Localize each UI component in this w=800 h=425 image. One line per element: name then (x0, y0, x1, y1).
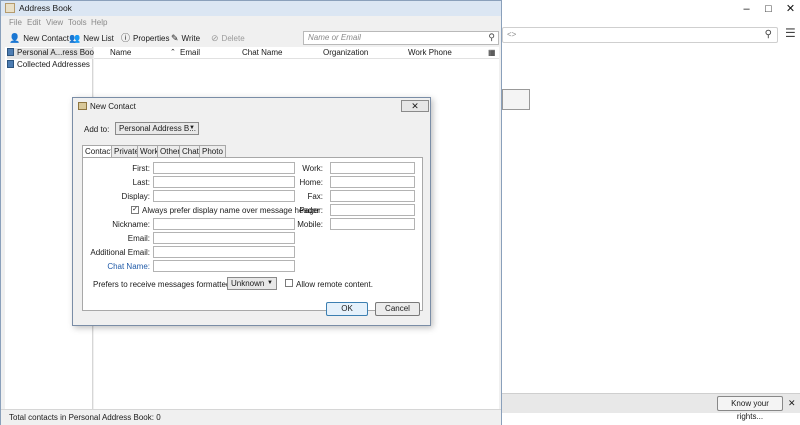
know-your-rights-button[interactable]: Know your rights... (717, 396, 783, 421)
new-list-icon: 👥 (69, 33, 81, 43)
display-name-field[interactable] (153, 190, 295, 202)
new-list-label: New List (83, 34, 114, 43)
email-field[interactable] (153, 232, 295, 244)
delete-label: Delete (221, 34, 245, 43)
title-bar: Address Book (1, 1, 501, 16)
address-book-icon (7, 48, 14, 56)
prefer-display-label: Always prefer display name over message … (142, 206, 320, 215)
allow-remote-label: Allow remote content. (296, 280, 373, 289)
background-element (502, 89, 530, 110)
search-input[interactable]: Name or Email ⚲ (303, 31, 499, 45)
allow-remote-checkbox[interactable] (285, 279, 293, 287)
menu-tools[interactable]: Tools (68, 18, 87, 27)
work-phone-field[interactable] (330, 162, 415, 174)
write-label: Write (181, 34, 201, 43)
search-icon[interactable]: ⚲ (765, 29, 772, 40)
delete-button[interactable]: ⊘ Delete (211, 32, 245, 45)
status-text: Total contacts in Personal Address Book:… (9, 413, 161, 422)
last-name-label: Last: (132, 178, 150, 187)
menu-bar: File Edit View Tools Help (1, 16, 501, 30)
contact-tab-panel: First: Last: Display: Nickname: Email: A… (82, 157, 423, 311)
additional-email-field[interactable] (153, 246, 295, 258)
mobile-field[interactable] (330, 218, 415, 230)
column-organization[interactable]: Organization (323, 48, 368, 57)
contact-card-icon (78, 102, 87, 110)
properties-label: Properties (133, 34, 170, 43)
nickname-label: Nickname: (112, 220, 150, 229)
fax-field[interactable] (330, 190, 415, 202)
sort-ascending-icon: ⌃ (170, 49, 176, 56)
new-contact-button[interactable]: 👤 New Contact (9, 32, 69, 45)
sidebar-item-label: Personal A...ress Book (17, 48, 98, 57)
close-window-button[interactable]: ✕ (778, 1, 800, 18)
ok-button[interactable]: OK (326, 302, 368, 316)
new-contact-label: New Contact (23, 34, 70, 43)
close-icon[interactable]: ✕ (788, 398, 796, 409)
search-placeholder: Name or Email (308, 33, 361, 42)
home-phone-field[interactable] (330, 176, 415, 188)
address-book-icon (7, 60, 14, 68)
column-header: Name ⌃ Email Chat Name Organization Work… (94, 47, 499, 59)
chevron-down-icon: ▼ (267, 280, 273, 286)
menu-help[interactable]: Help (91, 18, 107, 27)
column-name[interactable]: Name (110, 48, 131, 57)
email-label: Email: (127, 234, 150, 243)
properties-icon: ⓘ (121, 33, 131, 43)
new-contact-dialog: New Contact ✕ Add to: Personal Address B… (72, 97, 431, 326)
mobile-label: Mobile: (297, 220, 323, 229)
nickname-field[interactable] (153, 218, 295, 230)
sidebar-item-label: Collected Addresses (17, 60, 90, 69)
menu-view[interactable]: View (46, 18, 63, 27)
hamburger-menu-icon[interactable]: ☰ (785, 26, 796, 40)
menu-file[interactable]: File (9, 18, 22, 27)
display-name-label: Display: (121, 192, 150, 201)
pager-field[interactable] (330, 204, 415, 216)
column-picker-icon[interactable]: ▦ (488, 48, 496, 57)
write-button[interactable]: ✎ Write (171, 32, 200, 45)
chat-name-field[interactable] (153, 260, 295, 272)
dialog-body: Add to: Personal Address B... ▼ Contact … (79, 114, 426, 322)
first-name-field[interactable] (153, 162, 295, 174)
pencil-icon: ✎ (171, 33, 179, 43)
status-bar: Total contacts in Personal Address Book:… (1, 409, 501, 425)
cancel-button[interactable]: Cancel (375, 302, 420, 316)
column-work-phone[interactable]: Work Phone (408, 48, 452, 57)
last-name-field[interactable] (153, 176, 295, 188)
add-to-select[interactable]: Personal Address B... ▼ (115, 122, 199, 135)
delete-icon: ⊘ (211, 33, 219, 43)
prefer-display-checkbox[interactable]: ✓ (131, 206, 139, 214)
chevron-down-icon: ▼ (189, 125, 195, 131)
search-icon[interactable]: ⚲ (488, 32, 495, 43)
new-contact-icon: 👤 (9, 33, 21, 43)
new-list-button[interactable]: 👥 New List (69, 32, 114, 45)
format-select[interactable]: Unknown ▼ (227, 277, 277, 290)
sidebar-item-personal[interactable]: Personal A...ress Book (7, 48, 98, 59)
additional-email-label: Additional Email: (90, 248, 150, 257)
address-book-icon (5, 3, 15, 13)
prefers-format-label: Prefers to receive messages formatted as… (93, 280, 244, 289)
menu-edit[interactable]: Edit (27, 18, 41, 27)
first-name-label: First: (132, 164, 150, 173)
properties-button[interactable]: ⓘ Properties (121, 32, 169, 45)
format-value: Unknown (231, 279, 265, 288)
dialog-close-button[interactable]: ✕ (401, 100, 429, 112)
dialog-title-bar: New Contact ✕ (73, 98, 430, 114)
work-phone-label: Work: (302, 164, 323, 173)
sidebar-item-collected[interactable]: Collected Addresses (7, 60, 90, 71)
pager-label: Pager: (299, 206, 323, 215)
chat-name-label[interactable]: Chat Name: (107, 262, 150, 271)
home-phone-label: Home: (299, 178, 323, 187)
add-to-label: Add to: (84, 125, 110, 134)
fax-label: Fax: (307, 192, 323, 201)
url-placeholder: <> (507, 30, 517, 39)
url-bar[interactable]: <> ⚲ (502, 27, 778, 43)
dialog-title: New Contact (90, 102, 136, 111)
tab-photo[interactable]: Photo (199, 145, 226, 157)
window-title: Address Book (19, 3, 72, 13)
column-email[interactable]: Email (180, 48, 200, 57)
add-to-value: Personal Address B... (119, 124, 196, 133)
column-chat-name[interactable]: Chat Name (242, 48, 282, 57)
